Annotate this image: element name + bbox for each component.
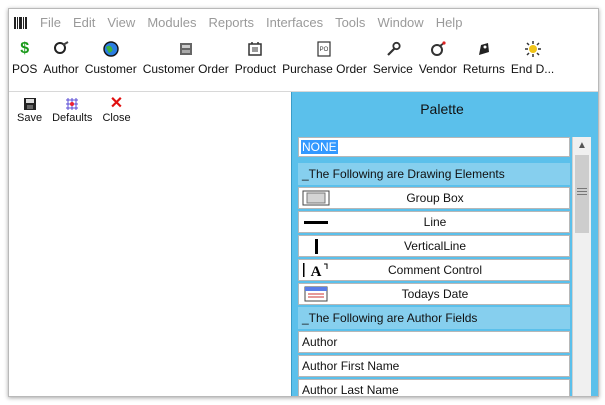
scroll-up-arrow-icon[interactable]: ▲ [573, 137, 591, 154]
purchase-order-label: Purchase Order [282, 62, 367, 76]
service-icon [387, 41, 401, 56]
menu-bar: File Edit View Modules Reports Interface… [9, 9, 598, 36]
end-day-button[interactable]: End D... [508, 36, 557, 86]
pos-button[interactable]: $ POS [9, 36, 40, 86]
customer-order-icon [179, 43, 192, 55]
todays-date-label: Todays Date [401, 287, 469, 301]
returns-button[interactable]: Returns [460, 36, 508, 86]
defaults-button[interactable]: Defaults [52, 96, 92, 124]
calendar-icon [304, 286, 328, 302]
menu-help[interactable]: Help [430, 15, 469, 30]
menu-interfaces[interactable]: Interfaces [260, 15, 329, 30]
group-box-icon [302, 190, 330, 206]
menu-tools[interactable]: Tools [329, 15, 371, 30]
palette-item-none[interactable]: NONE [298, 137, 570, 157]
palette-title: Palette [420, 101, 464, 117]
editor-toolbar: Save Defaults ✕ Close [9, 92, 291, 125]
menu-reports[interactable]: Reports [202, 15, 260, 30]
defaults-grid-icon [66, 98, 79, 110]
save-label: Save [17, 112, 43, 124]
palette-item-vertical-line[interactable]: VerticalLine [298, 235, 570, 257]
svg-text:A: A [311, 264, 322, 278]
palette-section-drawing: _The Following are Drawing Elements [298, 163, 570, 185]
menu-view[interactable]: View [101, 15, 141, 30]
report-editor-panel: Save Defaults ✕ Close [9, 92, 291, 396]
returns-icon [478, 43, 489, 55]
comment-text-icon: A [303, 263, 328, 278]
customer-order-label: Customer Order [142, 62, 229, 76]
svg-text:PO: PO [320, 47, 329, 53]
palette-item-group-box[interactable]: Group Box [298, 187, 570, 209]
vendor-icon [430, 41, 446, 56]
customer-button[interactable]: Customer [82, 36, 140, 86]
palette-item-author-first-name[interactable]: Author First Name [298, 355, 570, 377]
product-icon [248, 42, 263, 56]
vendor-label: Vendor [418, 62, 457, 76]
save-button[interactable]: Save [17, 96, 42, 124]
author-label: Author [43, 62, 79, 76]
end-day-label: End D... [510, 62, 555, 76]
dollar-icon: $ [20, 40, 30, 57]
barcode-icon[interactable] [14, 16, 28, 29]
menu-file[interactable]: File [34, 15, 67, 30]
close-button[interactable]: ✕ Close [102, 95, 131, 125]
scroll-thumb[interactable] [575, 155, 589, 233]
line-label: Line [423, 215, 447, 229]
group-box-label: Group Box [406, 191, 464, 205]
palette-item-line[interactable]: Line [298, 211, 570, 233]
menu-window[interactable]: Window [371, 15, 429, 30]
product-label: Product [234, 62, 277, 76]
end-day-icon [524, 41, 541, 57]
palette-item-author[interactable]: Author [298, 331, 570, 353]
app-window: File Edit View Modules Reports Interface… [8, 8, 599, 397]
author-icon [54, 41, 69, 54]
palette-panel: Palette NONE _The Following are Drawing … [291, 92, 598, 396]
palette-list: NONE _The Following are Drawing Elements… [298, 137, 570, 396]
palette-item-todays-date[interactable]: Todays Date [298, 283, 570, 305]
floppy-disk-icon [23, 98, 36, 110]
palette-item-author-last-name[interactable]: Author Last Name [298, 379, 570, 396]
comment-control-label: Comment Control [387, 263, 483, 277]
service-label: Service [372, 62, 413, 76]
purchase-order-icon: PO [317, 41, 332, 57]
vertical-line-icon [315, 239, 318, 254]
close-label: Close [102, 112, 131, 124]
palette-item-none-label: NONE [301, 140, 338, 154]
author-button[interactable]: Author [40, 36, 81, 86]
close-icon: ✕ [109, 95, 124, 112]
main-toolbar: $ POS Author Customer Customer Order Pro… [9, 36, 598, 92]
palette-item-comment-control[interactable]: A Comment Control [298, 259, 570, 281]
grip-icon [577, 188, 587, 195]
customer-label: Customer [84, 62, 137, 76]
returns-label: Returns [462, 62, 505, 76]
customer-globe-icon [103, 41, 119, 57]
vendor-button[interactable]: Vendor [416, 36, 460, 86]
menu-modules[interactable]: Modules [141, 15, 202, 30]
purchase-order-button[interactable]: PO Purchase Order [279, 36, 370, 86]
defaults-label: Defaults [52, 112, 93, 124]
pos-label: POS [12, 62, 38, 76]
line-icon [304, 221, 328, 224]
vertical-line-label: VerticalLine [403, 239, 467, 253]
palette-scrollbar[interactable]: ▲ [572, 137, 591, 396]
customer-order-button[interactable]: Customer Order [140, 36, 232, 86]
menu-edit[interactable]: Edit [67, 15, 101, 30]
palette-section-author: _The Following are Author Fields [298, 307, 570, 329]
service-button[interactable]: Service [370, 36, 416, 86]
product-button[interactable]: Product [232, 36, 279, 86]
